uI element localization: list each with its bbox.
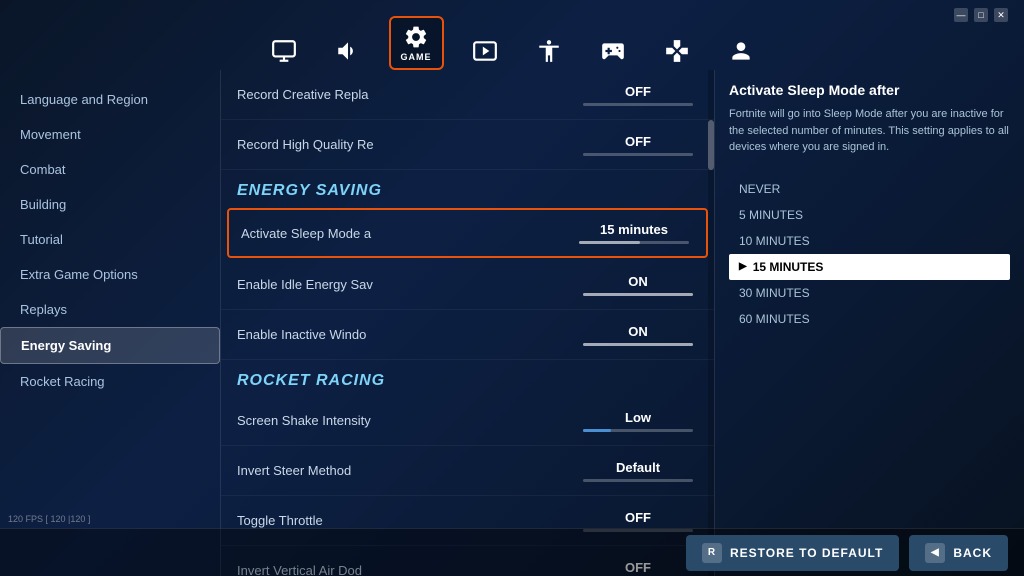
track-idle-energy [583, 293, 693, 296]
track-screen-shake [583, 429, 693, 432]
label-record-creative: Record Creative Repla [237, 87, 578, 102]
nav-user[interactable] [718, 32, 764, 70]
track-sleep-mode [579, 241, 689, 244]
section-rocket-racing: ROCKET RACING [221, 360, 714, 396]
option-never[interactable]: NEVER [729, 176, 1010, 202]
sidebar-item-tutorial[interactable]: Tutorial [0, 222, 220, 257]
top-nav: — □ ✕ GAME [0, 0, 1024, 70]
right-panel-title: Activate Sleep Mode after [729, 82, 1010, 98]
sidebar-item-movement[interactable]: Movement [0, 117, 220, 152]
slider-idle-energy[interactable]: ON [578, 274, 698, 296]
value-inactive-window: ON [588, 324, 688, 339]
restore-default-button[interactable]: R RESTORE TO DEFAULT [686, 535, 899, 571]
label-toggle-throttle: Toggle Throttle [237, 513, 578, 528]
close-btn[interactable]: ✕ [994, 8, 1008, 22]
label-inactive-window: Enable Inactive Windo [237, 327, 578, 342]
value-idle-energy: ON [588, 274, 688, 289]
row-record-hq: Record High Quality Re OFF [221, 120, 714, 170]
bottom-bar: R RESTORE TO DEFAULT ◀ BACK [0, 528, 1024, 576]
option-5min[interactable]: 5 MINUTES [729, 202, 1010, 228]
selected-arrow-icon: ▶ [739, 261, 747, 272]
nav-video[interactable] [462, 32, 508, 70]
section-energy-saving: ENERGY SAVING [221, 170, 714, 206]
main-layout: Language and Region Movement Combat Buil… [0, 70, 1024, 576]
sidebar-item-rocket-racing[interactable]: Rocket Racing [0, 364, 220, 399]
option-5min-label: 5 MINUTES [739, 208, 803, 222]
slider-sleep-mode[interactable]: 15 minutes [574, 222, 694, 244]
row-screen-shake: Screen Shake Intensity Low [221, 396, 714, 446]
scrollbar-track [708, 70, 714, 576]
value-toggle-throttle: OFF [588, 510, 688, 525]
maximize-btn[interactable]: □ [974, 8, 988, 22]
slider-record-creative[interactable]: OFF [578, 84, 698, 106]
sidebar-item-energy-saving[interactable]: Energy Saving [0, 327, 220, 364]
value-invert-steer: Default [588, 460, 688, 475]
row-sleep-mode[interactable]: Activate Sleep Mode a 15 minutes [227, 208, 708, 258]
settings-content: Record Creative Repla OFF Record High Qu… [220, 70, 714, 576]
row-idle-energy: Enable Idle Energy Sav ON [221, 260, 714, 310]
back-button[interactable]: ◀ BACK [909, 535, 1008, 571]
restore-key-badge: R [702, 543, 722, 563]
value-record-hq: OFF [588, 134, 688, 149]
fps-counter: 120 FPS [ 120 |120 ] [8, 514, 90, 524]
restore-button-label: RESTORE TO DEFAULT [730, 546, 883, 560]
option-30min-label: 30 MINUTES [739, 286, 810, 300]
option-60min-label: 60 MINUTES [739, 312, 810, 326]
slider-screen-shake[interactable]: Low [578, 410, 698, 432]
slider-record-hq[interactable]: OFF [578, 134, 698, 156]
option-15min-label: 15 MINUTES [753, 260, 824, 274]
label-idle-energy: Enable Idle Energy Sav [237, 277, 578, 292]
value-screen-shake: Low [588, 410, 688, 425]
slider-invert-steer[interactable]: Default [578, 460, 698, 482]
label-sleep-mode: Activate Sleep Mode a [241, 226, 574, 241]
option-60min[interactable]: 60 MINUTES [729, 306, 1010, 332]
slider-inactive-window[interactable]: ON [578, 324, 698, 346]
option-10min[interactable]: 10 MINUTES [729, 228, 1010, 254]
sleep-mode-options: NEVER 5 MINUTES 10 MINUTES ▶ 15 MINUTES … [729, 176, 1010, 332]
option-never-label: NEVER [739, 182, 780, 196]
row-inactive-window: Enable Inactive Windo ON [221, 310, 714, 360]
sidebar-item-combat[interactable]: Combat [0, 152, 220, 187]
track-record-hq [583, 153, 693, 156]
sidebar: Language and Region Movement Combat Buil… [0, 70, 220, 576]
track-inactive-window [583, 343, 693, 346]
game-nav-label: GAME [401, 52, 432, 62]
nav-controller[interactable] [590, 32, 636, 70]
nav-game[interactable]: GAME [389, 16, 444, 70]
nav-audio[interactable] [325, 32, 371, 70]
sidebar-item-building[interactable]: Building [0, 187, 220, 222]
option-10min-label: 10 MINUTES [739, 234, 810, 248]
row-invert-steer: Invert Steer Method Default [221, 446, 714, 496]
nav-monitor[interactable] [261, 32, 307, 70]
nav-accessibility[interactable] [526, 32, 572, 70]
nav-controller2[interactable] [654, 32, 700, 70]
minimize-btn[interactable]: — [954, 8, 968, 22]
right-panel-description: Fortnite will go into Sleep Mode after y… [729, 106, 1010, 156]
option-30min[interactable]: 30 MINUTES [729, 280, 1010, 306]
back-key-badge: ◀ [925, 543, 945, 563]
right-panel: Activate Sleep Mode after Fortnite will … [714, 70, 1024, 576]
label-invert-steer: Invert Steer Method [237, 463, 578, 478]
label-record-hq: Record High Quality Re [237, 137, 578, 152]
window-controls: — □ ✕ [954, 8, 1008, 22]
sidebar-item-extra-game[interactable]: Extra Game Options [0, 257, 220, 292]
sidebar-item-language[interactable]: Language and Region [0, 82, 220, 117]
value-record-creative: OFF [588, 84, 688, 99]
track-invert-steer [583, 479, 693, 482]
row-record-creative: Record Creative Repla OFF [221, 70, 714, 120]
track-record-creative [583, 103, 693, 106]
option-15min[interactable]: ▶ 15 MINUTES [729, 254, 1010, 280]
back-button-label: BACK [953, 546, 992, 560]
scrollbar-thumb[interactable] [708, 120, 714, 170]
value-sleep-mode: 15 minutes [584, 222, 684, 237]
sidebar-item-replays[interactable]: Replays [0, 292, 220, 327]
label-screen-shake: Screen Shake Intensity [237, 413, 578, 428]
